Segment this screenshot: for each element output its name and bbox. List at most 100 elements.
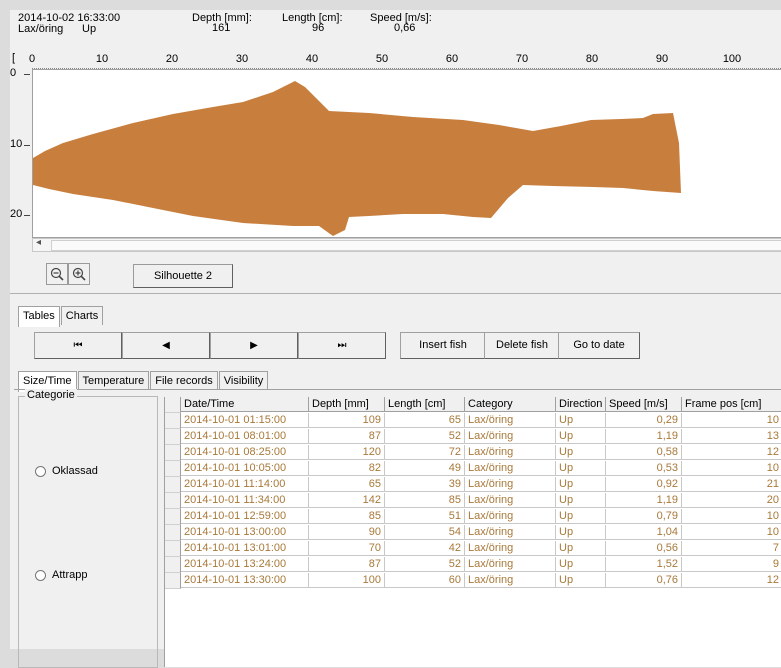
table-cell[interactable]: 49 (385, 461, 465, 476)
table-cell[interactable]: 100 (309, 573, 385, 588)
silhouette-plot[interactable] (32, 69, 781, 238)
table-cell[interactable]: 2014-10-01 08:01:00 (181, 429, 309, 444)
table-cell[interactable]: 72 (385, 445, 465, 460)
table-cell[interactable]: 120 (309, 445, 385, 460)
column-header[interactable]: Frame pos [cm] (682, 397, 781, 412)
table-cell[interactable]: Lax/öring (465, 541, 556, 556)
table-cell[interactable]: 2014-10-01 13:30:00 (181, 573, 309, 588)
table-row[interactable]: 2014-10-01 08:01:00 87 52 Lax/öring Up 1,19 13 (165, 429, 781, 445)
table-cell[interactable]: 85 (385, 493, 465, 508)
fish-records-table[interactable]: Date/Time Depth [mm] Length [cm] Category Di… (164, 397, 781, 667)
table-cell[interactable]: Lax/öring (465, 445, 556, 460)
table-cell[interactable]: 39 (385, 477, 465, 492)
table-cell[interactable]: 12 (682, 573, 781, 588)
prev-record-button[interactable]: ◀ (122, 332, 210, 359)
table-cell[interactable]: Up (556, 557, 606, 572)
tab-charts[interactable]: Charts (60, 306, 104, 325)
table-cell[interactable]: Up (556, 541, 606, 556)
table-cell[interactable]: 13 (682, 429, 781, 444)
table-cell[interactable]: Up (556, 413, 606, 428)
table-cell[interactable]: Lax/öring (465, 493, 556, 508)
column-header[interactable]: Length [cm] (385, 397, 465, 412)
table-cell[interactable]: 82 (309, 461, 385, 476)
table-cell[interactable]: Up (556, 509, 606, 524)
tab-temperature[interactable]: Temperature (77, 371, 150, 390)
column-header[interactable]: Direction (556, 397, 606, 412)
table-cell[interactable]: 52 (385, 429, 465, 444)
table-row[interactable]: 2014-10-01 11:14:00 65 39 Lax/öring Up 0,92 21 (165, 477, 781, 493)
table-cell[interactable]: 10 (682, 525, 781, 540)
scroll-left-icon[interactable]: ◂ (36, 237, 41, 248)
delete-fish-button[interactable]: Delete fish (484, 332, 560, 359)
next-record-button[interactable]: ▶ (210, 332, 298, 359)
table-cell[interactable]: 85 (309, 509, 385, 524)
table-cell[interactable]: 21 (682, 477, 781, 492)
row-selector[interactable] (165, 509, 181, 525)
zoom-out-button[interactable] (46, 263, 68, 285)
table-cell[interactable]: 52 (385, 557, 465, 572)
table-cell[interactable]: 142 (309, 493, 385, 508)
table-cell[interactable]: 87 (309, 557, 385, 572)
table-cell[interactable]: 90 (309, 525, 385, 540)
table-cell[interactable]: 10 (682, 413, 781, 428)
silhouette-button[interactable]: Silhouette 2 (133, 264, 233, 288)
table-cell[interactable]: 2014-10-01 01:15:00 (181, 413, 309, 428)
row-selector[interactable] (165, 477, 181, 493)
table-cell[interactable]: 60 (385, 573, 465, 588)
table-cell[interactable]: 70 (309, 541, 385, 556)
table-cell[interactable]: 0,53 (606, 461, 682, 476)
row-selector[interactable] (165, 413, 181, 429)
table-row[interactable]: 2014-10-01 10:05:00 82 49 Lax/öring Up 0,53 10 (165, 461, 781, 477)
table-row[interactable]: 2014-10-01 01:15:00 109 65 Lax/öring Up 0,29 1… (165, 413, 781, 429)
table-cell[interactable]: 2014-10-01 11:34:00 (181, 493, 309, 508)
table-cell[interactable]: 0,58 (606, 445, 682, 460)
table-row[interactable]: 2014-10-01 13:24:00 87 52 Lax/öring Up 1,52 9 (165, 557, 781, 573)
table-row[interactable]: 2014-10-01 13:01:00 70 42 Lax/öring Up 0,56 7 (165, 541, 781, 557)
row-selector[interactable] (165, 573, 181, 589)
table-cell[interactable]: 1,19 (606, 429, 682, 444)
last-record-button[interactable]: ⏭ (298, 332, 386, 359)
table-row[interactable]: 2014-10-01 08:25:00 120 72 Lax/öring Up 0,58 1… (165, 445, 781, 461)
radio-attrapp[interactable]: Attrapp (35, 569, 87, 581)
table-cell[interactable]: 0,79 (606, 509, 682, 524)
table-cell[interactable]: Up (556, 573, 606, 588)
table-cell[interactable]: 0,76 (606, 573, 682, 588)
row-selector[interactable] (165, 541, 181, 557)
table-cell[interactable]: 2014-10-01 11:14:00 (181, 477, 309, 492)
go-to-date-button[interactable]: Go to date (558, 332, 640, 359)
row-selector[interactable] (165, 493, 181, 509)
table-cell[interactable]: Up (556, 525, 606, 540)
table-cell[interactable]: Up (556, 445, 606, 460)
table-row[interactable]: 2014-10-01 13:00:00 90 54 Lax/öring Up 1,04 10 (165, 525, 781, 541)
row-selector[interactable] (165, 557, 181, 573)
row-selector[interactable] (165, 445, 181, 461)
row-selector[interactable] (165, 461, 181, 477)
table-cell[interactable]: 65 (385, 413, 465, 428)
table-cell[interactable]: 0,29 (606, 413, 682, 428)
insert-fish-button[interactable]: Insert fish (400, 332, 486, 359)
table-cell[interactable]: 10 (682, 509, 781, 524)
table-row[interactable]: 2014-10-01 11:34:00 142 85 Lax/öring Up 1,19 2… (165, 493, 781, 509)
table-cell[interactable]: 2014-10-01 13:01:00 (181, 541, 309, 556)
table-cell[interactable]: 7 (682, 541, 781, 556)
plot-scrollbar[interactable]: ◂ (32, 237, 781, 252)
table-cell[interactable]: Up (556, 429, 606, 444)
table-row[interactable]: 2014-10-01 12:59:00 85 51 Lax/öring Up 0,79 10 (165, 509, 781, 525)
table-cell[interactable]: 1,19 (606, 493, 682, 508)
table-cell[interactable]: 1,52 (606, 557, 682, 572)
table-cell[interactable]: 20 (682, 493, 781, 508)
table-cell[interactable]: 2014-10-01 13:00:00 (181, 525, 309, 540)
table-cell[interactable]: 0,56 (606, 541, 682, 556)
table-cell[interactable]: 1,04 (606, 525, 682, 540)
column-header[interactable]: Depth [mm] (309, 397, 385, 412)
table-cell[interactable]: 2014-10-01 10:05:00 (181, 461, 309, 476)
table-cell[interactable]: Lax/öring (465, 461, 556, 476)
table-cell[interactable]: 109 (309, 413, 385, 428)
zoom-in-button[interactable] (68, 263, 90, 285)
tab-file-records[interactable]: File records (150, 371, 218, 390)
table-cell[interactable]: Lax/öring (465, 429, 556, 444)
table-cell[interactable]: 2014-10-01 13:24:00 (181, 557, 309, 572)
table-cell[interactable]: 65 (309, 477, 385, 492)
table-cell[interactable]: Up (556, 493, 606, 508)
table-cell[interactable]: 2014-10-01 12:59:00 (181, 509, 309, 524)
